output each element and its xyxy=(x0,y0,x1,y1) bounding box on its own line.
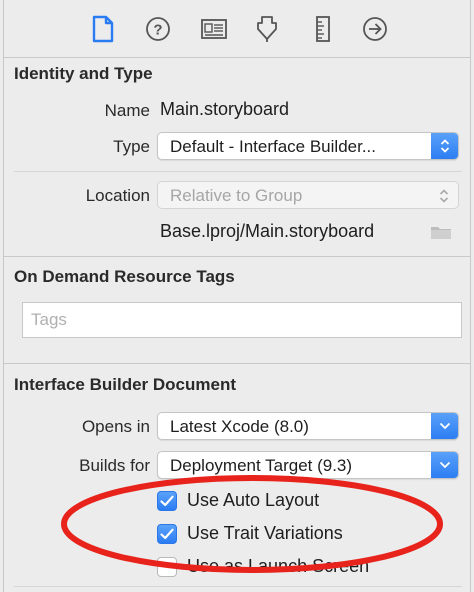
name-value[interactable]: Main.storyboard xyxy=(160,99,289,120)
identity-inspector-icon[interactable] xyxy=(199,14,229,44)
identity-and-type-title: Identity and Type xyxy=(14,64,153,83)
file-inspector-icon[interactable] xyxy=(88,14,118,44)
tags-input[interactable] xyxy=(23,303,461,337)
use-as-launch-screen-label: Use as Launch Screen xyxy=(187,556,370,576)
builds-for-popup-value: Deployment Target (9.3) xyxy=(170,456,353,475)
divider xyxy=(14,171,462,172)
chevron-down-icon xyxy=(431,452,458,478)
size-inspector-icon[interactable] xyxy=(308,14,338,44)
chevron-down-icon xyxy=(431,413,458,439)
svg-text:?: ? xyxy=(153,22,162,39)
odr-tags-title: On Demand Resource Tags xyxy=(14,267,235,286)
attributes-inspector-icon[interactable] xyxy=(252,14,282,44)
use-trait-variations-label: Use Trait Variations xyxy=(187,523,343,543)
section-divider xyxy=(4,256,470,257)
folder-icon[interactable] xyxy=(430,224,452,245)
use-auto-layout-label: Use Auto Layout xyxy=(187,490,320,510)
location-label: Location xyxy=(85,186,150,205)
popup-stepper-icon xyxy=(436,186,452,206)
builds-for-popup[interactable]: Deployment Target (9.3) xyxy=(157,451,459,479)
quick-help-icon[interactable]: ? xyxy=(143,14,173,44)
checkmark-icon[interactable] xyxy=(157,490,177,511)
divider xyxy=(14,586,462,587)
opens-in-label: Opens in xyxy=(81,417,150,436)
type-popup-value: Default - Interface Builder... xyxy=(170,137,376,156)
type-popup[interactable]: Default - Interface Builder... xyxy=(157,132,459,160)
location-popup[interactable]: Relative to Group xyxy=(157,181,459,209)
opens-in-popup[interactable]: Latest Xcode (8.0) xyxy=(157,412,459,440)
popup-stepper-icon xyxy=(431,133,458,159)
opens-in-popup-value: Latest Xcode (8.0) xyxy=(170,417,309,436)
builds-for-label: Builds for xyxy=(79,456,150,475)
section-divider xyxy=(4,363,470,364)
use-trait-variations-checkbox[interactable]: Use Trait Variations xyxy=(157,523,343,544)
inspector-toolbar: ? xyxy=(4,0,470,58)
name-label: Name xyxy=(104,101,150,120)
tags-field[interactable] xyxy=(22,302,462,338)
full-path-value: Base.lproj/Main.storyboard xyxy=(160,221,375,241)
type-label: Type xyxy=(113,137,150,156)
use-as-launch-screen-checkbox[interactable]: Use as Launch Screen xyxy=(157,556,369,577)
ib-document-title: Interface Builder Document xyxy=(14,375,236,394)
location-popup-value: Relative to Group xyxy=(170,186,303,205)
checkmark-icon[interactable] xyxy=(157,523,177,544)
file-inspector-panel: ? Identity and Type Name Main.storyboard… xyxy=(3,0,471,592)
use-auto-layout-checkbox[interactable]: Use Auto Layout xyxy=(157,490,319,511)
empty-checkbox-icon[interactable] xyxy=(157,556,177,577)
connections-inspector-icon[interactable] xyxy=(360,14,390,44)
